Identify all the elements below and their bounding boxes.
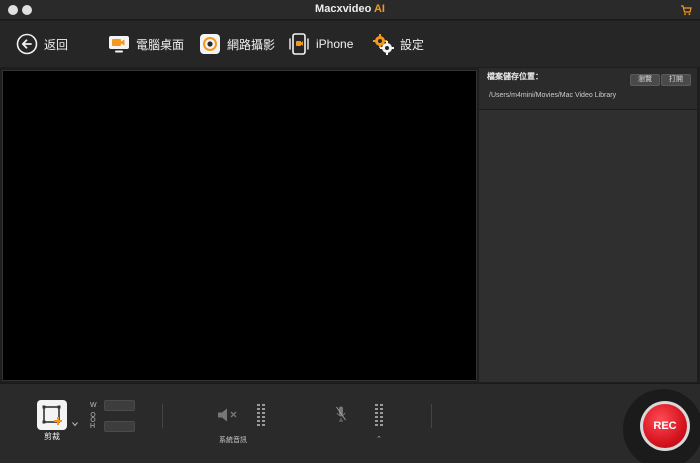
desktop-record-button[interactable]: 電腦桌面 [108, 32, 184, 56]
desktop-label: 電腦桌面 [136, 37, 185, 52]
settings-label: 設定 [400, 37, 425, 52]
height-label: H [90, 423, 96, 430]
save-location-header: 檔案儲存位置： 瀏覽 打開 /Users/m4mini/Movies/Mac V… [479, 68, 697, 110]
open-folder-button[interactable]: 打開 [661, 74, 691, 86]
webcam-label: 網路攝影 [227, 37, 276, 52]
crop-button[interactable] [37, 400, 67, 430]
cart-icon[interactable] [680, 4, 692, 16]
save-path: /Users/m4mini/Movies/Mac Video Library [489, 92, 617, 99]
settings-button[interactable]: 設定 [372, 32, 424, 56]
crop-icon [42, 405, 62, 425]
video-preview [2, 70, 477, 381]
monitor-icon [108, 33, 130, 55]
height-input[interactable] [104, 421, 135, 432]
bottom-controls: 剪裁 W H 系統音訊 ⌃ REC [0, 383, 700, 463]
back-arrow-icon [16, 33, 38, 55]
speaker-muted-icon[interactable] [217, 408, 239, 422]
record-button[interactable]: REC [643, 404, 687, 448]
crop-label: 剪裁 [44, 432, 60, 441]
iphone-icon [288, 33, 310, 55]
width-input[interactable] [104, 400, 135, 411]
iphone-label: iPhone [316, 37, 354, 51]
title-bar: Macxvideo AI [0, 0, 700, 20]
chevron-down-icon[interactable] [72, 421, 78, 427]
link-icon[interactable] [90, 412, 96, 422]
back-button[interactable]: 返回 [16, 32, 68, 56]
webcam-icon [199, 33, 221, 55]
width-label: W [90, 402, 97, 409]
browse-button[interactable]: 瀏覽 [630, 74, 660, 86]
microphone-level-meter[interactable] [375, 404, 383, 426]
microphone-select-arrows[interactable]: ⌃ [376, 435, 382, 443]
iphone-record-button[interactable]: iPhone [288, 32, 353, 56]
save-location-label: 檔案儲存位置： [487, 72, 543, 81]
system-audio-level-meter[interactable] [257, 404, 265, 426]
microphone-muted-icon[interactable] [336, 406, 346, 422]
system-audio-label: 系統音訊 [219, 437, 247, 444]
divider [162, 404, 163, 428]
title-accent: AI [373, 3, 385, 15]
save-location-panel: 檔案儲存位置： 瀏覽 打開 /Users/m4mini/Movies/Mac V… [479, 68, 697, 382]
back-label: 返回 [44, 37, 69, 52]
divider [431, 404, 432, 428]
gear-icon [372, 33, 394, 55]
title-main: Macxvideo [315, 3, 374, 15]
window-title: Macxvideo AI [0, 3, 700, 15]
webcam-record-button[interactable]: 網路攝影 [199, 32, 275, 56]
main-toolbar: 返回 電腦桌面 網路攝影 iPhone 設定 [0, 21, 700, 67]
